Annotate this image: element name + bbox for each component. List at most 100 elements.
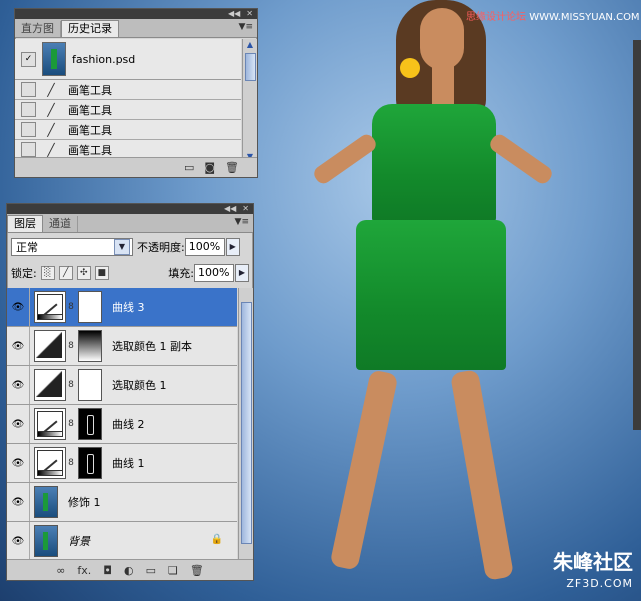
history-checkbox[interactable] — [21, 142, 36, 157]
tab-channels[interactable]: 通道 — [43, 216, 78, 232]
layer-row[interactable]: 👁 8 选取颜色 1 副本 — [7, 327, 237, 366]
tab-history[interactable]: 历史记录 — [61, 20, 119, 37]
layer-mask-thumbnail[interactable] — [78, 447, 102, 479]
link-icon[interactable]: 8 — [66, 458, 76, 468]
eye-icon[interactable]: 👁 — [7, 444, 30, 482]
eye-icon[interactable]: 👁 — [7, 405, 30, 443]
chevron-down-icon: ▼ — [114, 239, 130, 255]
brush-icon: ╱ — [47, 82, 55, 97]
left-arm — [311, 131, 379, 187]
fill-slider-arrow-icon[interactable]: ▶ — [235, 264, 249, 282]
face — [420, 8, 464, 70]
trash-icon[interactable]: 🗑 — [225, 161, 239, 174]
snapshot-name: fashion.psd — [72, 52, 136, 66]
blend-mode-value: 正常 — [16, 241, 38, 254]
layer-row[interactable]: 👁 8 选取颜色 1 — [7, 366, 237, 405]
history-state-label: 画笔工具 — [68, 143, 112, 157]
fill-input[interactable]: 100% — [194, 264, 234, 282]
right-arm — [487, 131, 555, 187]
layer-mask-thumbnail[interactable] — [78, 291, 102, 323]
panel-titlebar[interactable]: ◀◀ ✕ — [7, 204, 253, 214]
dress-skirt — [356, 220, 506, 370]
selective-color-icon — [34, 369, 66, 401]
layer-name: 修饰 1 — [68, 496, 101, 509]
panel-titlebar[interactable]: ◀◀ ✕ — [15, 9, 257, 19]
history-state-label: 画笔工具 — [68, 103, 112, 117]
lock-pixels-icon[interactable]: ╱ — [58, 266, 73, 280]
camera-snapshot-icon[interactable]: ◙ — [204, 161, 215, 174]
layer-mask-thumbnail[interactable] — [78, 408, 102, 440]
layer-name: 曲线 3 — [112, 301, 145, 314]
layer-row[interactable]: 👁 8 曲线 1 — [7, 444, 237, 483]
eye-icon[interactable]: 👁 — [7, 483, 30, 521]
history-state[interactable]: ╱ 画笔工具 — [15, 100, 241, 120]
layer-row[interactable]: 👁 背景 🔒 — [7, 522, 237, 561]
brush-icon: ╱ — [47, 122, 55, 137]
eye-icon[interactable]: 👁 — [7, 366, 30, 404]
tab-histogram[interactable]: 直方图 — [15, 21, 61, 37]
layer-mask-thumbnail[interactable] — [78, 330, 102, 362]
history-tabs: 直方图 历史记录 ▼≡ — [15, 19, 257, 38]
link-icon[interactable]: 8 — [66, 302, 76, 312]
history-checkbox[interactable] — [21, 82, 36, 97]
link-icon[interactable]: 8 — [66, 341, 76, 351]
new-document-from-state-icon[interactable]: ▭ — [184, 161, 194, 174]
opacity-slider-arrow-icon[interactable]: ▶ — [225, 238, 240, 256]
lock-transparency-icon[interactable]: ░ — [40, 266, 55, 280]
layer-name: 选取颜色 1 副本 — [112, 340, 192, 353]
curves-adjustment-icon — [34, 447, 66, 479]
collapse-icon: ◀◀ — [223, 204, 237, 213]
history-state-label: 画笔工具 — [68, 123, 112, 137]
history-state-label: 画笔工具 — [68, 83, 112, 97]
panel-menu-icon[interactable]: ▼≡ — [239, 22, 253, 32]
tab-layers[interactable]: 图层 — [7, 215, 43, 232]
layer-thumbnail — [34, 525, 58, 557]
layer-mask-thumbnail[interactable] — [78, 369, 102, 401]
blend-mode-select[interactable]: 正常 ▼ — [11, 238, 133, 256]
eye-icon[interactable]: 👁 — [7, 522, 30, 560]
lock-fill-row: 锁定: ░ ╱ ✣ ■ 填充: 100% ▶ — [7, 262, 253, 284]
adjustment-layer-icon[interactable]: ◐ — [124, 564, 134, 577]
history-checkbox[interactable] — [21, 102, 36, 117]
layer-style-fx-icon[interactable]: fx. — [77, 564, 91, 577]
scroll-thumb[interactable] — [245, 53, 256, 81]
layers-scrollbar[interactable] — [238, 288, 253, 560]
layer-name: 背景 — [68, 535, 90, 548]
blend-opacity-row: 正常 ▼ 不透明度: 100% ▶ — [7, 236, 253, 258]
trash-icon[interactable]: 🗑 — [190, 564, 204, 577]
link-icon[interactable]: 8 — [66, 419, 76, 429]
lock-icon: 🔒 — [210, 534, 223, 545]
left-leg — [329, 369, 399, 571]
history-snapshot[interactable]: ✓ fashion.psd — [15, 39, 241, 80]
new-group-icon[interactable]: ▭ — [146, 564, 156, 577]
eye-icon[interactable]: 👁 — [7, 327, 30, 365]
history-panel: ◀◀ ✕ 直方图 历史记录 ▼≡ ✓ fashion.psd ╱ 画笔工具 ╱ 画… — [14, 8, 258, 178]
lock-position-icon[interactable]: ✣ — [76, 266, 91, 280]
lock-all-icon[interactable]: ■ — [94, 266, 109, 280]
snapshot-source-checkbox[interactable]: ✓ — [21, 51, 36, 67]
brush-icon: ╱ — [47, 102, 55, 117]
layer-row[interactable]: 👁 8 曲线 3 — [7, 288, 237, 327]
eye-icon[interactable]: 👁 — [7, 288, 30, 326]
layers-tabs: 图层 通道 ▼≡ — [7, 214, 253, 233]
close-icon: ✕ — [242, 204, 249, 213]
scroll-thumb[interactable] — [241, 302, 252, 544]
history-state[interactable]: ╱ 画笔工具 — [15, 120, 241, 140]
new-layer-icon[interactable]: ❏ — [168, 564, 178, 577]
layer-name: 选取颜色 1 — [112, 379, 167, 392]
link-icon[interactable]: 8 — [66, 380, 76, 390]
panel-menu-icon[interactable]: ▼≡ — [235, 217, 249, 227]
history-state[interactable]: ╱ 画笔工具 — [15, 80, 241, 100]
right-panel-edge — [633, 40, 641, 430]
history-checkbox[interactable] — [21, 122, 36, 137]
add-mask-icon[interactable]: ◘ — [103, 564, 112, 577]
scroll-up-icon[interactable]: ▲ — [243, 39, 257, 51]
layer-list: 👁 8 曲线 3 👁 8 选取颜色 1 副本 👁 8 选取颜色 1 👁 8 曲线… — [7, 288, 237, 561]
opacity-input[interactable]: 100% — [184, 238, 225, 256]
history-scrollbar[interactable]: ▲ ▼ — [242, 39, 257, 163]
layer-row[interactable]: 👁 8 曲线 2 — [7, 405, 237, 444]
dress-top — [372, 104, 496, 224]
link-layers-icon[interactable]: ∞ — [56, 564, 65, 577]
layer-row[interactable]: 👁 修饰 1 — [7, 483, 237, 522]
history-footer: ▭ ◙ 🗑 — [15, 157, 257, 177]
